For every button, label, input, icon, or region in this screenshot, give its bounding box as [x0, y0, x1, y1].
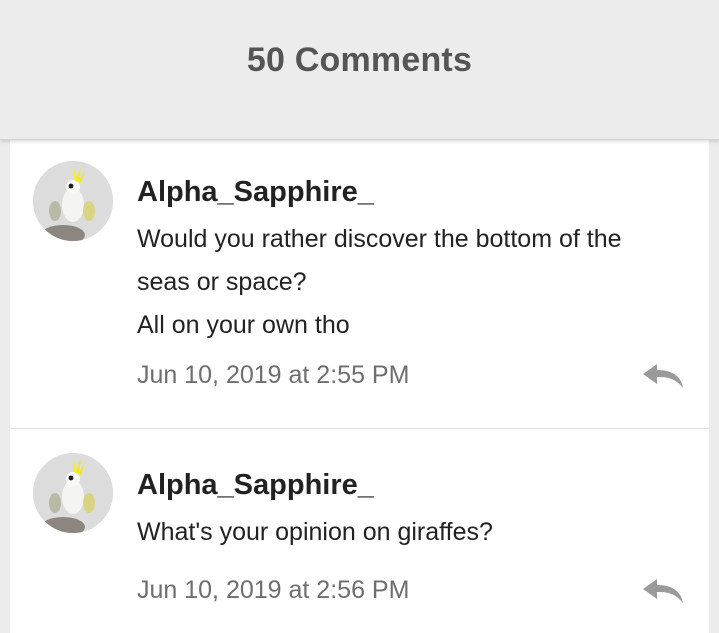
cockatoo-avatar-icon	[33, 453, 113, 533]
comment-item: Alpha_Sapphire_ Would you rather discove…	[10, 140, 709, 429]
comment-timestamp: Jun 10, 2019 at 2:56 PM	[137, 576, 410, 604]
comment-username[interactable]: Alpha_Sapphire_	[137, 465, 689, 505]
comment-item: Alpha_Sapphire_ What's your opinion on g…	[10, 429, 709, 633]
comment-text-line: Would you rather discover the bottom of …	[137, 225, 622, 253]
reply-button[interactable]	[641, 362, 685, 390]
comments-header: 50 Comments	[0, 0, 719, 140]
comment-timestamp: Jun 10, 2019 at 2:55 PM	[137, 361, 410, 389]
comment-body: Alpha_Sapphire_ What's your opinion on g…	[137, 465, 689, 554]
avatar[interactable]	[33, 453, 113, 533]
avatar[interactable]	[33, 161, 113, 241]
comment-username[interactable]: Alpha_Sapphire_	[137, 172, 689, 212]
comment-body: Alpha_Sapphire_ Would you rather discove…	[137, 172, 689, 347]
reply-arrow-icon	[643, 579, 683, 603]
comment-text-line: All on your own tho	[137, 311, 350, 339]
comments-list[interactable]: Alpha_Sapphire_ Would you rather discove…	[10, 140, 709, 633]
cockatoo-avatar-icon	[33, 161, 113, 241]
reply-arrow-icon	[643, 364, 683, 388]
reply-button[interactable]	[641, 577, 685, 605]
comment-text-line: seas or space?	[137, 268, 307, 296]
comment-text-line: What's your opinion on giraffes?	[137, 518, 493, 546]
comments-count-title: 50 Comments	[246, 41, 473, 79]
